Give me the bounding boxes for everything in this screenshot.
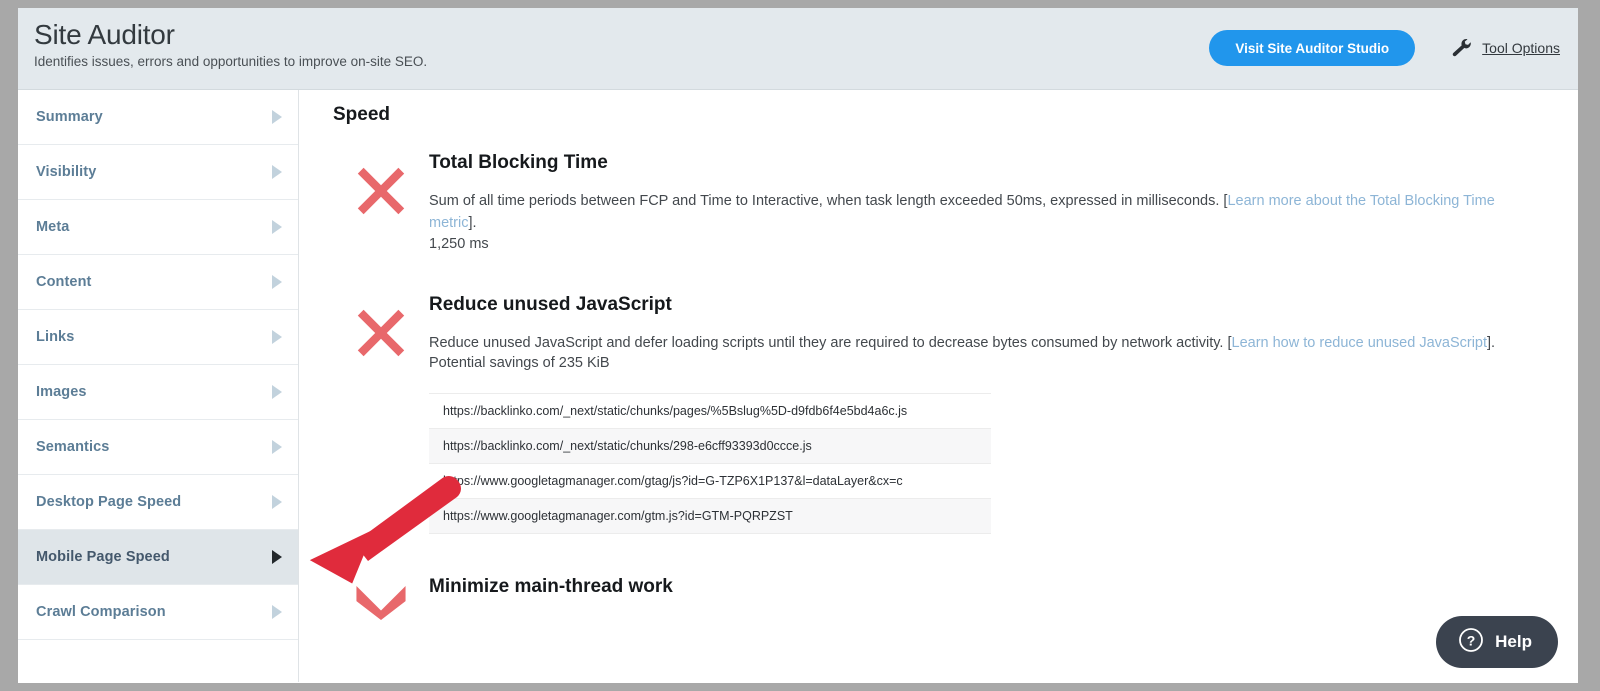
chevron-right-icon <box>272 385 282 399</box>
visit-site-auditor-studio-button[interactable]: Visit Site Auditor Studio <box>1209 30 1415 66</box>
audit-item-total-blocking-time: Total Blocking Time Sum of all time peri… <box>333 152 1556 252</box>
header-actions: Visit Site Auditor Studio Tool Options <box>1209 30 1560 66</box>
wrench-icon <box>1451 38 1473 58</box>
help-button[interactable]: ? Help <box>1436 616 1558 668</box>
sidebar-item-semantics[interactable]: Semantics <box>18 420 298 475</box>
table-row[interactable]: https://backlinko.com/_next/static/chunk… <box>429 429 991 464</box>
red-x-icon <box>352 304 410 362</box>
sidebar-item-label: Links <box>36 329 74 345</box>
audit-title: Reduce unused JavaScript <box>429 294 1556 316</box>
chevron-right-icon <box>272 110 282 124</box>
sidebar-item-summary[interactable]: Summary <box>18 90 298 145</box>
app-window: Site Auditor Identifies issues, errors a… <box>18 8 1578 683</box>
chevron-right-icon <box>272 605 282 619</box>
chevron-right-icon <box>272 550 282 564</box>
page-subtitle: Identifies issues, errors and opportunit… <box>34 54 427 69</box>
audit-item-minimize-main-thread-work: Minimize main-thread work <box>333 576 1556 620</box>
sidebar-item-crawl-comparison[interactable]: Crawl Comparison <box>18 585 298 640</box>
sidebar-item-label: Content <box>36 274 91 290</box>
page-title: Site Auditor <box>34 20 427 49</box>
audit-body: Minimize main-thread work <box>429 576 1556 614</box>
sidebar-item-desktop-page-speed[interactable]: Desktop Page Speed <box>18 475 298 530</box>
sidebar-item-content[interactable]: Content <box>18 255 298 310</box>
audit-description-tail: ]. <box>468 215 476 231</box>
sidebar-item-label: Semantics <box>36 439 109 455</box>
audit-metric: Potential savings of 235 KiB <box>429 355 1556 371</box>
audit-description-tail: ]. <box>1487 335 1495 351</box>
chevron-right-icon <box>272 220 282 234</box>
audit-body: Reduce unused JavaScript Reduce unused J… <box>429 294 1556 534</box>
audit-description: Reduce unused JavaScript and defer loadi… <box>429 332 1514 354</box>
sidebar-item-label: Mobile Page Speed <box>36 549 170 565</box>
sidebar-item-label: Visibility <box>36 164 96 180</box>
sidebar-item-mobile-page-speed[interactable]: Mobile Page Speed <box>18 530 298 585</box>
chevron-right-icon <box>272 440 282 454</box>
sidebar-item-links[interactable]: Links <box>18 310 298 365</box>
audit-status <box>333 294 429 362</box>
audit-title: Minimize main-thread work <box>429 576 1556 598</box>
audit-item-reduce-unused-javascript: Reduce unused JavaScript Reduce unused J… <box>333 294 1556 534</box>
audit-description: Sum of all time periods between FCP and … <box>429 190 1514 235</box>
main-content: Speed Total Blocking Time Sum of all tim… <box>299 90 1578 682</box>
body-container: Summary Visibility Meta Content Links Im… <box>18 90 1578 682</box>
question-circle-icon: ? <box>1458 627 1484 658</box>
sidebar-item-label: Crawl Comparison <box>36 604 166 620</box>
sidebar-item-label: Meta <box>36 219 69 235</box>
audit-body: Total Blocking Time Sum of all time peri… <box>429 152 1556 252</box>
table-row[interactable]: https://backlinko.com/_next/static/chunk… <box>429 394 991 429</box>
sidebar-item-label: Summary <box>36 109 103 125</box>
sidebar-item-label: Images <box>36 384 87 400</box>
header-titles: Site Auditor Identifies issues, errors a… <box>34 20 427 69</box>
chevron-right-icon <box>272 495 282 509</box>
audit-url-table: https://backlinko.com/_next/static/chunk… <box>429 393 991 534</box>
table-row[interactable]: https://www.googletagmanager.com/gtag/js… <box>429 464 991 499</box>
audit-status <box>333 152 429 220</box>
app-header: Site Auditor Identifies issues, errors a… <box>18 8 1578 90</box>
sidebar-nav: Summary Visibility Meta Content Links Im… <box>18 90 299 682</box>
red-chevron-down-icon <box>352 586 410 620</box>
chevron-right-icon <box>272 330 282 344</box>
section-title: Speed <box>333 104 1556 126</box>
audit-description-text: Reduce unused JavaScript and defer loadi… <box>429 335 1232 351</box>
tool-options-label: Tool Options <box>1482 40 1560 56</box>
tool-options-link[interactable]: Tool Options <box>1451 38 1560 58</box>
audit-description-text: Sum of all time periods between FCP and … <box>429 193 1227 209</box>
audit-learn-more-link[interactable]: Learn how to reduce unused JavaScript <box>1232 335 1488 351</box>
chevron-right-icon <box>272 165 282 179</box>
sidebar-item-visibility[interactable]: Visibility <box>18 145 298 200</box>
table-row[interactable]: https://www.googletagmanager.com/gtm.js?… <box>429 499 991 534</box>
svg-text:?: ? <box>1467 632 1476 648</box>
chevron-right-icon <box>272 275 282 289</box>
sidebar-item-meta[interactable]: Meta <box>18 200 298 255</box>
sidebar-item-label: Desktop Page Speed <box>36 494 181 510</box>
audit-title: Total Blocking Time <box>429 152 1556 174</box>
sidebar-item-images[interactable]: Images <box>18 365 298 420</box>
audit-metric: 1,250 ms <box>429 236 1556 252</box>
help-button-label: Help <box>1495 632 1532 652</box>
red-x-icon <box>352 162 410 220</box>
audit-status <box>333 576 429 620</box>
